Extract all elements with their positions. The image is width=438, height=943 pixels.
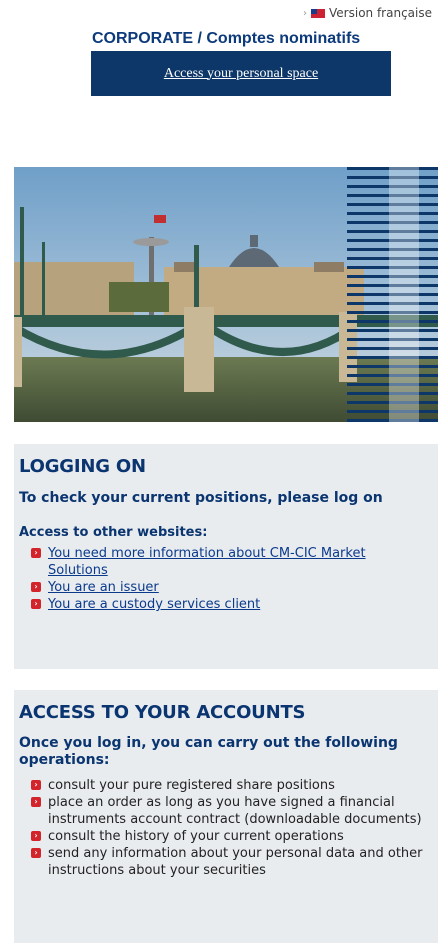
operation-text: place an order as long as you have signe… [48, 795, 422, 827]
uk-flag-icon [311, 8, 326, 18]
red-bullet-icon: › [31, 780, 41, 790]
accounts-subtitle: Once you log in, you can carry out the f… [19, 735, 398, 768]
logging-on-panel: LOGGING ON To check your current positio… [14, 444, 438, 669]
list-item: › send any information about your person… [28, 845, 434, 879]
operation-text: consult the history of your current oper… [48, 829, 344, 844]
corporate-title: CORPORATE / Comptes nominatifs [92, 30, 361, 47]
accounts-panel: ACCESS TO YOUR ACCOUNTS Once you log in,… [14, 690, 438, 943]
red-bullet-icon: › [31, 599, 41, 609]
red-bullet-icon: › [31, 797, 41, 807]
link-custody-client[interactable]: You are a custody services client [48, 597, 260, 612]
hero-image [14, 167, 438, 422]
list-item: › You need more information about CM-CIC… [28, 545, 408, 579]
link-issuer[interactable]: You are an issuer [48, 580, 159, 595]
language-link[interactable]: Version française [329, 6, 432, 20]
list-item: › You are an issuer [28, 579, 408, 596]
access-personal-space-button[interactable]: Access your personal space [91, 51, 391, 96]
logging-on-subtitle: To check your current positions, please … [19, 490, 383, 506]
red-bullet-icon: › [31, 548, 41, 558]
list-item: › consult the history of your current op… [28, 828, 434, 845]
access-personal-space-link[interactable]: Access your personal space [164, 66, 318, 82]
red-bullet-icon: › [31, 831, 41, 841]
red-bullet-icon: › [31, 848, 41, 858]
language-switch[interactable]: › Version française [303, 6, 432, 20]
operation-text: consult your pure registered share posit… [48, 778, 335, 793]
red-bullet-icon: › [31, 582, 41, 592]
accounts-title: ACCESS TO YOUR ACCOUNTS [19, 702, 306, 723]
logging-on-title: LOGGING ON [19, 456, 146, 477]
other-websites-label: Access to other websites: [19, 525, 208, 540]
operation-text: send any information about your personal… [48, 846, 423, 878]
link-more-information[interactable]: You need more information about CM-CIC M… [48, 546, 366, 578]
list-item: › place an order as long as you have sig… [28, 794, 434, 828]
list-item: › You are a custody services client [28, 596, 408, 613]
list-item: › consult your pure registered share pos… [28, 777, 434, 794]
chevron-right-icon: › [303, 7, 308, 19]
